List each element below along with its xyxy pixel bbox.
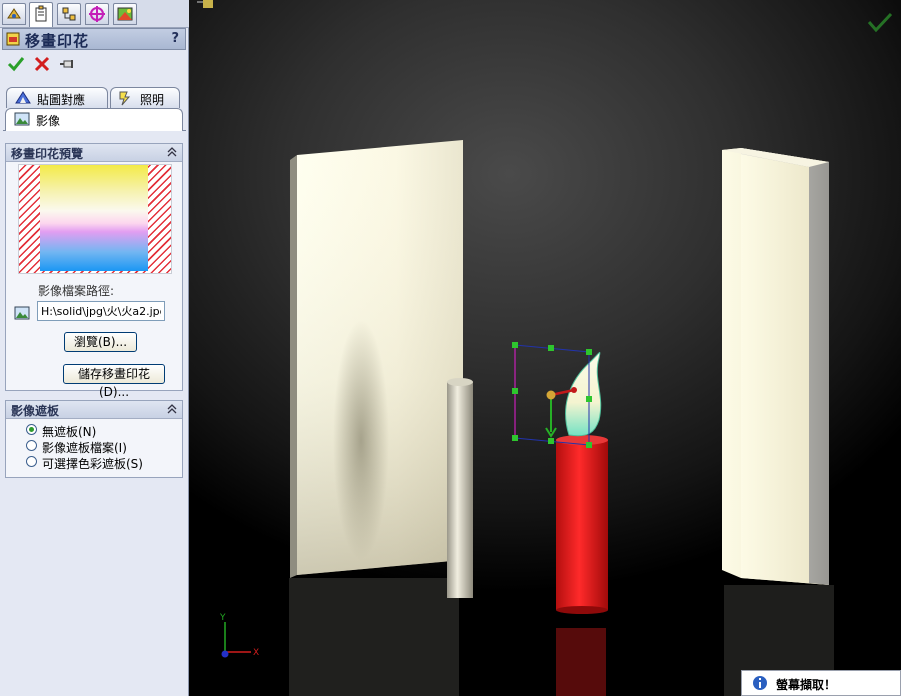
property-manager-header: 移畫印花 ? xyxy=(2,28,186,50)
tab-mapping[interactable]: 貼圖對應 xyxy=(6,87,108,108)
collapse-chevron-icon[interactable] xyxy=(166,403,178,415)
property-manager-title: 移畫印花 xyxy=(25,32,90,50)
browse-button[interactable]: 瀏覽(B)... xyxy=(64,332,137,352)
image-path-label: 影像檔案路徑: xyxy=(38,284,115,298)
cylinder-pillar[interactable] xyxy=(447,378,473,598)
lighting-icon xyxy=(119,91,131,106)
configuration-manager-icon xyxy=(62,7,76,21)
property-manager-icon xyxy=(35,5,47,22)
mask-option-label: 無遮板(N) xyxy=(42,425,97,439)
image-mask-group: 影像遮板 無遮板(N) 影像遮板檔案(I) 可選擇色彩遮板(S) xyxy=(5,400,183,478)
confirmation-corner-check-icon[interactable] xyxy=(867,12,893,33)
mask-option-label: 可選擇色彩遮板(S) xyxy=(42,457,143,471)
mapping-icon xyxy=(15,91,31,104)
triad-x-label: X xyxy=(253,648,259,658)
image-file-icon xyxy=(14,306,30,320)
decal-preview-group-header[interactable]: 移畫印花預覽 xyxy=(6,144,182,162)
screen-capture-notification: 螢幕擷取！ xyxy=(741,670,901,696)
decal-preview-area xyxy=(18,164,172,274)
ok-check-icon[interactable] xyxy=(6,54,26,74)
candle-body[interactable] xyxy=(556,435,608,614)
tab-image-label: 影像 xyxy=(36,114,61,128)
configuration-manager-tab[interactable] xyxy=(57,3,81,25)
right-wall-panel[interactable] xyxy=(722,148,829,585)
tab-lighting-label: 照明 xyxy=(140,93,165,107)
image-icon xyxy=(14,112,30,126)
save-decal-button[interactable]: 儲存移畫印花(D)... xyxy=(63,364,165,399)
display-manager-tab[interactable] xyxy=(113,3,137,25)
tab-image[interactable]: 影像 xyxy=(5,108,183,131)
image-mask-group-header[interactable]: 影像遮板 xyxy=(6,401,182,419)
dimxpert-tab[interactable] xyxy=(85,3,109,25)
cancel-x-icon[interactable] xyxy=(32,54,52,74)
panel-reflection xyxy=(289,578,459,696)
radio-button[interactable] xyxy=(26,456,37,467)
property-manager-panel: 移畫印花 ? 貼圖對應 照明 影像 移畫印花預覽 影像檔案路徑: H:\soli… xyxy=(0,0,189,696)
tab-lighting[interactable]: 照明 xyxy=(110,87,180,108)
info-icon xyxy=(753,676,767,690)
feature-tree-tab[interactable] xyxy=(2,3,26,25)
image-path-input[interactable] xyxy=(37,301,165,321)
featuremanager-tab-bar xyxy=(0,0,189,28)
coordinate-triad: Y X xyxy=(219,613,259,658)
feature-tree-icon xyxy=(7,8,21,19)
tab-mapping-label: 貼圖對應 xyxy=(37,93,86,107)
pushpin-icon[interactable] xyxy=(58,54,78,74)
model-scene: Y X xyxy=(197,0,893,696)
property-manager-tab[interactable] xyxy=(29,2,53,27)
mask-option-label: 影像遮板檔案(I) xyxy=(42,441,127,455)
collapse-chevron-icon[interactable] xyxy=(166,146,178,158)
view-toolbar-icon[interactable] xyxy=(197,0,213,8)
radio-button[interactable] xyxy=(26,440,37,451)
decal-preview-image xyxy=(40,165,148,271)
action-bar xyxy=(4,54,184,74)
display-manager-icon xyxy=(117,7,133,21)
radio-button[interactable] xyxy=(26,424,37,435)
notification-text: 螢幕擷取！ xyxy=(776,678,837,692)
image-mask-group-title: 影像遮板 xyxy=(11,404,60,418)
dimxpert-icon xyxy=(89,6,105,22)
left-wall-panel[interactable] xyxy=(290,140,463,578)
triad-y-label: Y xyxy=(219,613,226,623)
decal-feature-icon xyxy=(6,32,20,46)
flame-decal[interactable] xyxy=(565,351,602,437)
decal-preview-group: 移畫印花預覽 影像檔案路徑: 瀏覽(B)... 儲存移畫印花(D)... xyxy=(5,143,183,399)
graphics-viewport[interactable]: Y X xyxy=(189,0,901,696)
help-button[interactable]: ? xyxy=(171,31,179,46)
decal-preview-group-title: 移畫印花預覽 xyxy=(11,147,84,161)
candle-reflection xyxy=(556,628,606,696)
